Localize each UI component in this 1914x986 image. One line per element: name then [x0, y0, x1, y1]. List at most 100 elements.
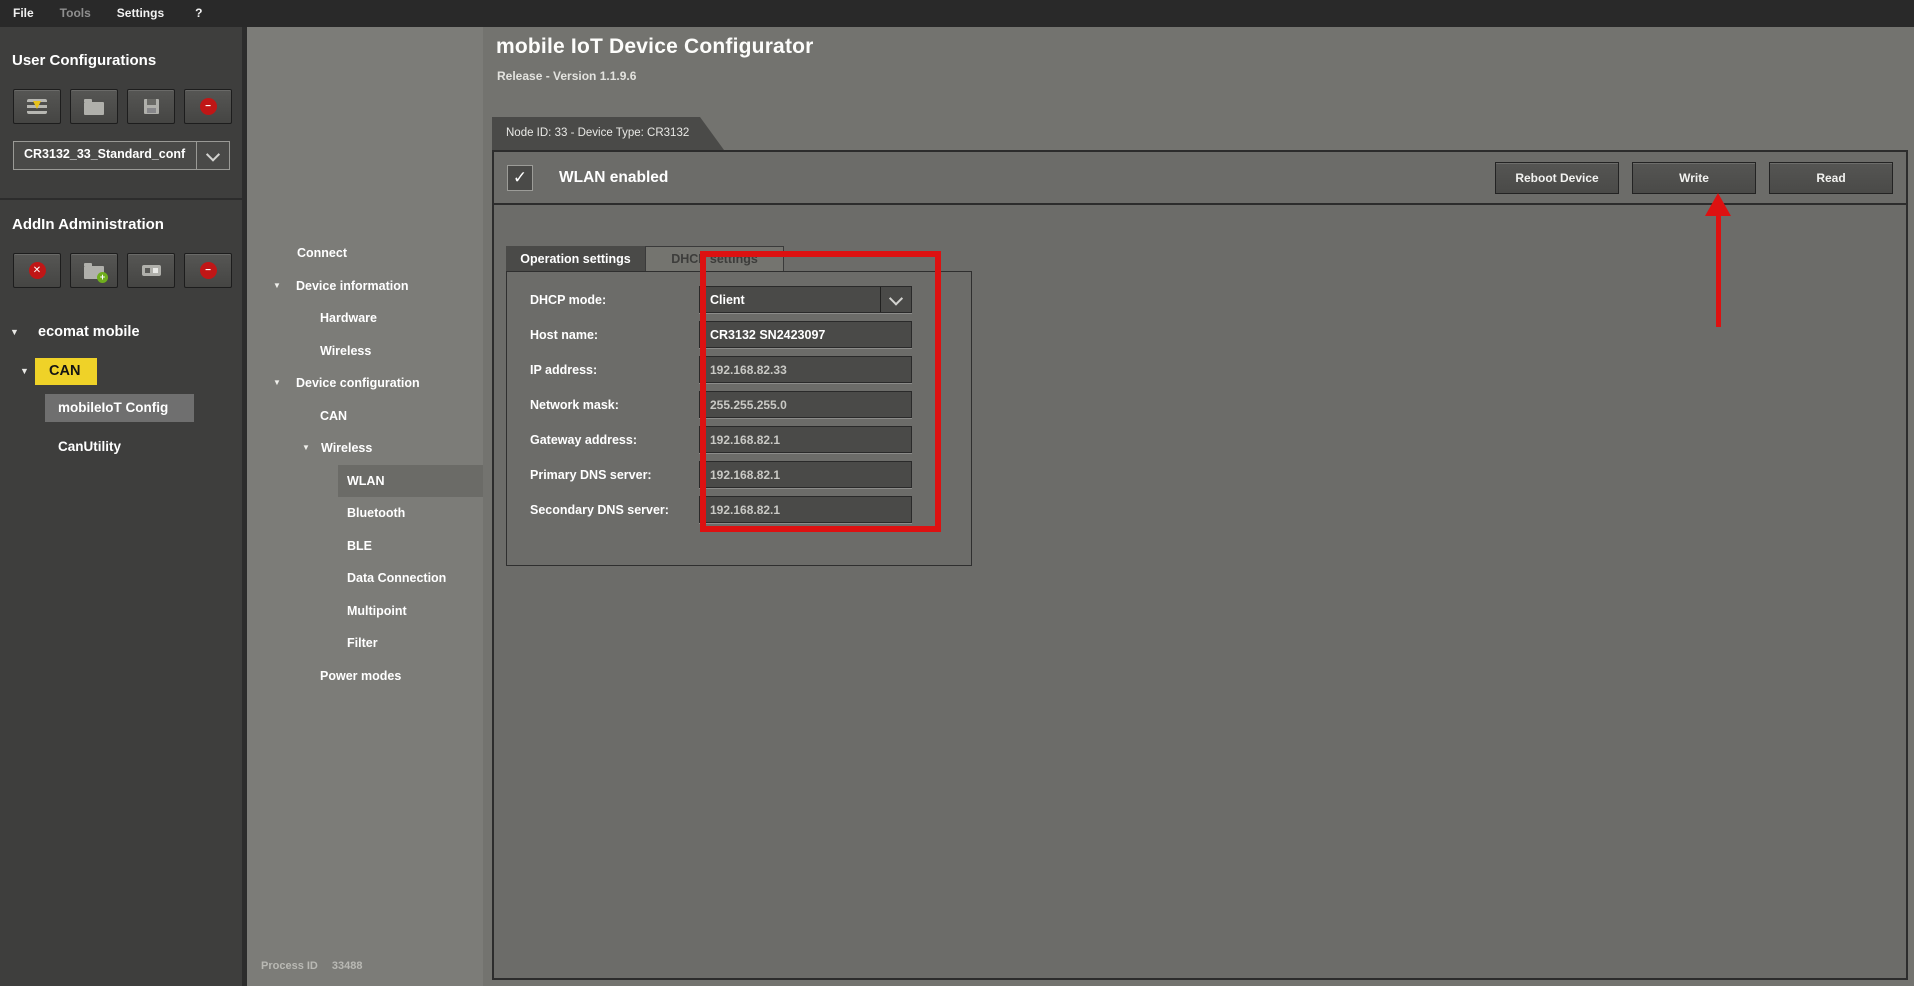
delete-addin-button[interactable]: −	[184, 253, 232, 288]
nav-item-hardware[interactable]: Hardware	[247, 302, 483, 335]
settings-tabs: Operation settings DHCP settings	[506, 246, 972, 271]
nav-item-label: Connect	[297, 246, 347, 261]
addin-administration-toolbar: ✕ −	[0, 233, 242, 288]
nav-item-label: Hardware	[320, 311, 377, 326]
host-name-field-wrap	[699, 321, 912, 348]
read-button[interactable]: Read	[1769, 162, 1893, 194]
nav-item-device-configuration[interactable]: ▼ Device configuration	[247, 367, 483, 400]
nav-list: Connect ▼ Device information Hardware Wir…	[247, 237, 483, 692]
import-config-icon	[27, 99, 47, 114]
form-row-network-mask: Network mask:	[507, 387, 971, 422]
nav-item-device-information[interactable]: ▼ Device information	[247, 270, 483, 303]
field-label: Gateway address:	[530, 432, 637, 447]
dhcp-mode-dropdown-button[interactable]	[880, 287, 911, 312]
tree-item-selected[interactable]: mobileIoT Config	[45, 394, 195, 422]
collapse-arrow-icon[interactable]: ▼	[302, 444, 321, 452]
nav-item-ble[interactable]: BLE	[247, 530, 483, 563]
tree-item-can-highlight[interactable]: CAN	[35, 358, 98, 385]
wlan-enable-band: ✓ WLAN enabled Reboot Device Write Read	[494, 152, 1906, 205]
tab-operation-settings[interactable]: Operation settings	[506, 246, 645, 271]
dhcp-mode-value: Client	[710, 292, 745, 307]
nav-item-label: Power modes	[320, 668, 402, 683]
delete-config-button[interactable]: −	[184, 89, 232, 124]
nav-item-multipoint[interactable]: Multipoint	[247, 595, 483, 628]
operation-settings-form: DHCP mode: Client Host name: IP address:	[506, 271, 972, 566]
form-row-gateway-address: Gateway address:	[507, 422, 971, 457]
primary-dns-field-wrap	[699, 461, 912, 488]
addin-administration-heading: AddIn Administration	[12, 216, 164, 233]
remove-addin-button[interactable]: ✕	[13, 253, 61, 288]
gateway-address-input[interactable]	[700, 432, 911, 447]
form-row-dhcp-mode: DHCP mode: Client	[507, 282, 971, 317]
main-area: mobile IoT Device Configurator Release -…	[483, 27, 1914, 986]
field-label: Host name:	[530, 327, 599, 342]
field-label: Primary DNS server:	[530, 467, 652, 482]
nav-item-wlan[interactable]: WLAN	[247, 464, 483, 497]
nav-item-can[interactable]: CAN	[247, 400, 483, 433]
nav-item-label: Data Connection	[347, 571, 447, 586]
form-row-primary-dns: Primary DNS server:	[507, 457, 971, 492]
collapse-arrow-icon[interactable]: ▼	[20, 367, 35, 376]
wlan-settings-group: Operation settings DHCP settings DHCP mo…	[506, 246, 972, 566]
nav-item-label: Device information	[296, 278, 409, 293]
primary-dns-input[interactable]	[700, 467, 911, 482]
ip-address-field-wrap	[699, 356, 912, 383]
tree-item-mobileiot-config[interactable]: mobileIoT Config	[0, 394, 242, 422]
navigation-panel: Connect ▼ Device information Hardware Wir…	[242, 27, 483, 986]
menubar: File Tools Settings ?	[0, 0, 1914, 27]
device-node-tab[interactable]: Node ID: 33 - Device Type: CR3132	[492, 117, 724, 150]
collapse-arrow-icon[interactable]: ▼	[273, 379, 296, 387]
device-action-buttons: Reboot Device Write Read	[1495, 162, 1893, 194]
field-label: Network mask:	[530, 397, 619, 412]
process-id: Process ID 33488	[261, 960, 362, 972]
wlan-enabled-checkbox[interactable]: ✓	[507, 164, 533, 191]
remove-circle-icon: −	[199, 98, 217, 115]
nav-item-power-modes[interactable]: Power modes	[247, 660, 483, 693]
process-id-label: Process ID	[261, 960, 318, 972]
menu-settings[interactable]: Settings	[104, 0, 177, 27]
rename-addin-button[interactable]	[127, 253, 175, 288]
nav-item-label: CAN	[320, 408, 348, 423]
config-select-dropdown-button[interactable]	[196, 142, 229, 169]
nav-item-bluetooth[interactable]: Bluetooth	[247, 497, 483, 530]
config-select[interactable]: CR3132_33_Standard_conf	[13, 141, 230, 170]
menu-file[interactable]: File	[0, 0, 47, 27]
tree-item-canutility[interactable]: CanUtility	[0, 439, 242, 454]
menu-tools[interactable]: Tools	[47, 0, 104, 27]
gateway-address-field-wrap	[699, 426, 912, 453]
add-addin-button[interactable]	[70, 253, 118, 288]
version-subtitle: Release - Version 1.1.9.6	[497, 69, 637, 83]
field-label: Secondary DNS server:	[530, 502, 669, 517]
menu-help[interactable]: ?	[177, 0, 220, 27]
tree-item-ecomat-mobile[interactable]: ▼ ecomat mobile	[0, 324, 242, 340]
tree-item-can[interactable]: ▼ CAN	[0, 358, 242, 385]
import-config-button[interactable]	[13, 89, 61, 124]
ip-address-input[interactable]	[700, 362, 911, 377]
save-config-button[interactable]	[127, 89, 175, 124]
nav-item-data-connection[interactable]: Data Connection	[247, 562, 483, 595]
secondary-dns-input[interactable]	[700, 502, 911, 517]
host-name-input[interactable]	[700, 327, 911, 342]
tree-item-label: ecomat mobile	[38, 324, 140, 340]
collapse-arrow-icon[interactable]: ▼	[273, 281, 296, 290]
reboot-device-button[interactable]: Reboot Device	[1495, 162, 1619, 194]
tab-dhcp-settings[interactable]: DHCP settings	[645, 246, 784, 271]
app-window: { "menubar": { "items": [ {"label": "Fil…	[0, 0, 1914, 986]
nav-item-filter[interactable]: Filter	[247, 627, 483, 660]
collapse-arrow-icon[interactable]: ▼	[10, 327, 38, 337]
nav-item-label: Device configuration	[296, 376, 420, 391]
network-mask-input[interactable]	[700, 397, 911, 412]
form-row-ip-address: IP address:	[507, 352, 971, 387]
nav-item-wireless-config[interactable]: ▼ Wireless	[247, 432, 483, 465]
form-row-host-name: Host name:	[507, 317, 971, 352]
chevron-down-icon	[888, 291, 904, 306]
sidebar: User Configurations − CR3132_33_Standard…	[0, 27, 242, 986]
nav-item-wireless-info[interactable]: Wireless	[247, 335, 483, 368]
add-folder-icon	[84, 262, 108, 283]
page-title: mobile IoT Device Configurator	[496, 35, 814, 58]
dhcp-mode-select[interactable]: Client	[699, 286, 912, 313]
open-config-button[interactable]	[70, 89, 118, 124]
write-button[interactable]: Write	[1632, 162, 1756, 194]
open-folder-icon	[84, 98, 104, 115]
nav-item-connect[interactable]: Connect	[247, 237, 483, 270]
